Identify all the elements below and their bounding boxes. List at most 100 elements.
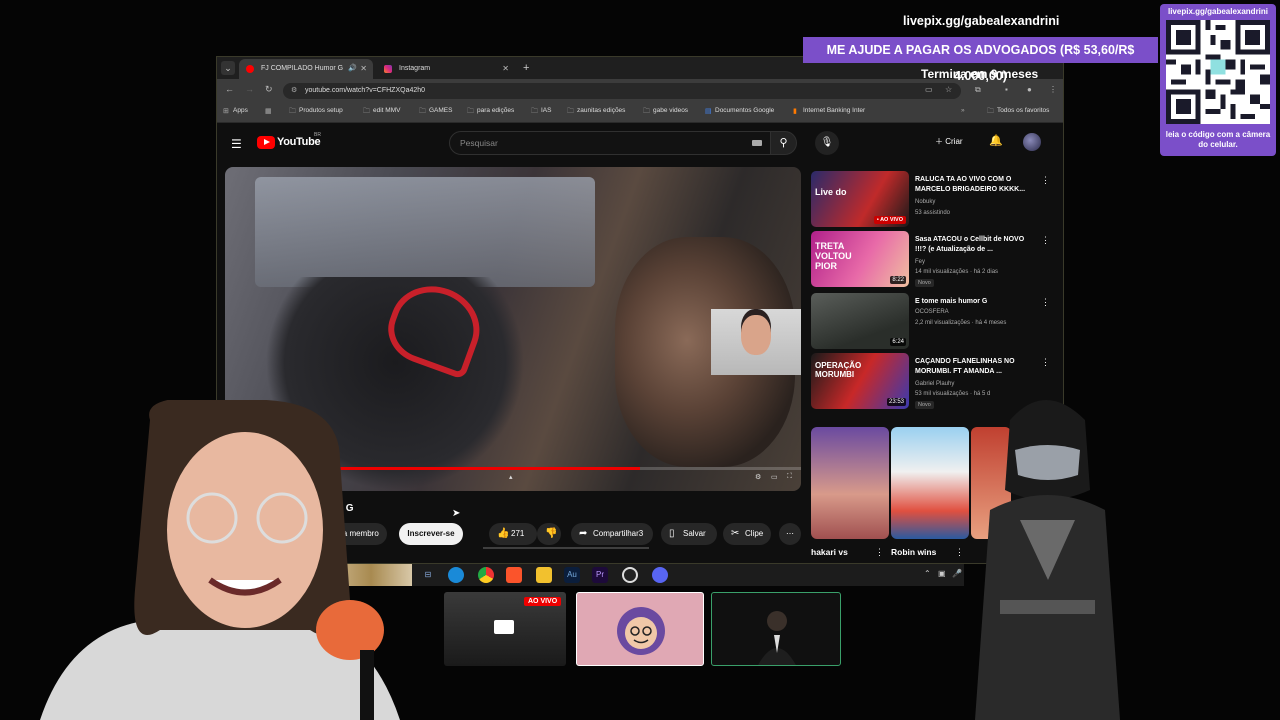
more-options-icon[interactable]: ⋮: [875, 547, 884, 558]
scrubber-icon[interactable]: ▴: [509, 473, 513, 481]
bookmark-folder[interactable]: 🗀 Produtos setup: [289, 107, 343, 115]
bookmark-folder[interactable]: 🗀 edit MMV: [363, 107, 400, 115]
discord-icon[interactable]: [652, 567, 668, 583]
profile-icon[interactable]: ●: [1027, 85, 1032, 94]
like-button[interactable]: 👍 271: [489, 523, 537, 545]
recommendation-title[interactable]: E tome mais humor G: [915, 297, 1037, 307]
bookmark-bank[interactable]: ▮ Internet Banking Inter: [793, 107, 865, 115]
tab-label: Instagram: [399, 65, 431, 72]
search-input[interactable]: Pesquisar: [449, 131, 771, 155]
speaker-icon[interactable]: 🔊: [348, 59, 357, 79]
more-options-icon[interactable]: ⋮: [1041, 357, 1050, 368]
voice-search-button[interactable]: 🎙: [815, 131, 839, 155]
recommendation-channel[interactable]: Gabriel Plauhy: [915, 381, 954, 387]
participant-tile[interactable]: [576, 592, 704, 666]
bookmarks-overflow-icon[interactable]: »: [961, 107, 965, 114]
bookmark-label: GAMES: [429, 107, 453, 114]
short-title[interactable]: hakari vs: [811, 547, 848, 557]
more-options-icon[interactable]: ⋮: [1041, 297, 1050, 308]
search-button[interactable]: ⚲: [771, 131, 797, 155]
bookmark-star-icon[interactable]: ☆: [945, 85, 952, 94]
short-title[interactable]: Robin wins: [891, 547, 936, 557]
recommendation-channel[interactable]: Fey: [915, 259, 925, 265]
close-tab-icon[interactable]: ✕: [502, 59, 509, 79]
tab-youtube[interactable]: FJ COMPILADO Humor G 🔊 ✕: [239, 59, 373, 79]
tab-search-icon[interactable]: ⌄: [221, 61, 235, 75]
url-field[interactable]: ⚙ youtube.com/watch?v=CFHZXQa42h0: [283, 83, 961, 99]
menu-icon[interactable]: ⋮: [1049, 85, 1057, 94]
tab-instagram[interactable]: Instagram ✕: [377, 59, 515, 79]
recommendation-title[interactable]: RALUCA TA AO VIVO COM O MARCELO BRIGADEI…: [915, 175, 1037, 194]
recommendation-thumbnail[interactable]: TRETA VOLTOU PIOR 8:22: [811, 231, 909, 287]
theater-mode-icon[interactable]: ▭: [771, 473, 778, 481]
recommendation-thumbnail[interactable]: OPERAÇÃO MORUMBI 23:53: [811, 353, 909, 409]
brave-icon[interactable]: [506, 567, 522, 583]
recommendation-thumbnail[interactable]: 6:24: [811, 293, 909, 349]
tray-app-icon[interactable]: ▣: [938, 569, 946, 578]
tab-label: FJ COMPILADO Humor G: [261, 65, 344, 72]
thumbnail-text: Live do: [815, 187, 847, 197]
more-options-icon[interactable]: ⋮: [1041, 235, 1050, 246]
audition-icon[interactable]: Au: [564, 567, 580, 583]
clip-button[interactable]: ✂ Clipe: [723, 523, 771, 545]
short-thumbnail[interactable]: [891, 427, 969, 539]
share-button[interactable]: ➦ Compartilhar3: [571, 523, 653, 545]
recommendation-title[interactable]: CAÇANDO FLANELINHAS NO MORUMBI. FT AMAND…: [915, 357, 1037, 376]
close-tab-icon[interactable]: ✕: [360, 59, 367, 79]
qr-instructions: leia o código com a câmera do celular.: [1165, 130, 1271, 149]
settings-gear-icon[interactable]: ⚙: [755, 473, 761, 481]
participant-tile[interactable]: [711, 592, 841, 666]
cast-icon[interactable]: ▭: [925, 85, 933, 94]
back-icon[interactable]: ←: [225, 84, 234, 94]
folder-icon: 🗀: [643, 108, 650, 115]
reload-icon[interactable]: ↻: [265, 84, 273, 95]
forward-icon[interactable]: →: [245, 84, 254, 94]
account-avatar[interactable]: [1023, 133, 1041, 151]
bookmark-all[interactable]: 🗀 Todos os favoritos: [987, 107, 1049, 115]
dislike-button[interactable]: 👎: [537, 523, 561, 545]
scissors-icon: ✂: [731, 528, 740, 539]
new-tab-icon[interactable]: +: [523, 59, 529, 77]
file-explorer-icon[interactable]: [536, 567, 552, 583]
site-info-icon[interactable]: ⚙: [291, 83, 297, 99]
short-thumbnail[interactable]: [811, 427, 889, 539]
bookmark-folder[interactable]: 🗀 gabe videos: [643, 107, 688, 115]
keyboard-icon[interactable]: [752, 140, 762, 146]
tray-chevron-icon[interactable]: ⌃: [924, 569, 931, 578]
recommendation-item[interactable]: Live do • AO VIVO RALUCA TA AO VIVO COM …: [811, 171, 1051, 229]
bookmark-folder[interactable]: 🗀 IAS: [531, 107, 551, 115]
thumbs-down-icon: 👎: [545, 528, 558, 539]
bookmark-folder[interactable]: 🗀 zaunitas edições: [567, 107, 625, 115]
premiere-icon[interactable]: Pr: [592, 567, 608, 583]
docs-icon: ▤: [705, 108, 712, 115]
obs-icon[interactable]: [622, 567, 638, 583]
recommendation-meta: 53 assistindo: [915, 210, 951, 216]
qr-handle: livepix.gg/gabealexandrini: [1167, 7, 1269, 16]
hamburger-menu-icon[interactable]: ☰: [231, 137, 242, 151]
create-button[interactable]: ＋ Criar: [935, 136, 963, 147]
bookmark-apps[interactable]: ⊞ Apps: [223, 107, 248, 115]
recommendation-title[interactable]: Sasa ATACOU o Cellbit de NOVO !!!? (e At…: [915, 235, 1037, 254]
bookmark-folder[interactable]: 🗀 para edições: [467, 107, 514, 115]
microphone-icon: 🎙: [820, 137, 834, 148]
chrome-icon[interactable]: [478, 567, 494, 583]
recommendation-channel[interactable]: Nobuky: [915, 199, 935, 205]
more-options-icon[interactable]: ⋮: [1041, 175, 1050, 186]
folder-icon: 🗀: [987, 108, 994, 115]
recommendation-item[interactable]: 6:24 E tome mais humor G OCOSFERA 2,2 mi…: [811, 293, 1051, 351]
video-webcam-inset: [711, 309, 801, 375]
edge-icon[interactable]: [448, 567, 464, 583]
more-actions-button[interactable]: ⋯: [779, 523, 801, 545]
save-button[interactable]: ▯ Salvar: [661, 523, 717, 545]
bookmark-folder[interactable]: 🗀 GAMES: [419, 107, 453, 115]
recommendation-thumbnail[interactable]: Live do • AO VIVO: [811, 171, 909, 227]
notifications-bell-icon[interactable]: 🔔: [989, 134, 1003, 147]
recommendation-item[interactable]: TRETA VOLTOU PIOR 8:22 Sasa ATACOU o Cel…: [811, 231, 1051, 289]
bookmark-docs[interactable]: ▤ Documentos Google: [705, 107, 774, 115]
create-label: Criar: [945, 137, 963, 146]
goal-timer: Termina em 9 meses: [921, 67, 1039, 81]
recommendation-channel[interactable]: OCOSFERA: [915, 309, 949, 315]
youtube-logo-icon[interactable]: [257, 136, 275, 149]
search-placeholder: Pesquisar: [460, 138, 498, 148]
fullscreen-icon[interactable]: ⛶: [787, 473, 792, 481]
